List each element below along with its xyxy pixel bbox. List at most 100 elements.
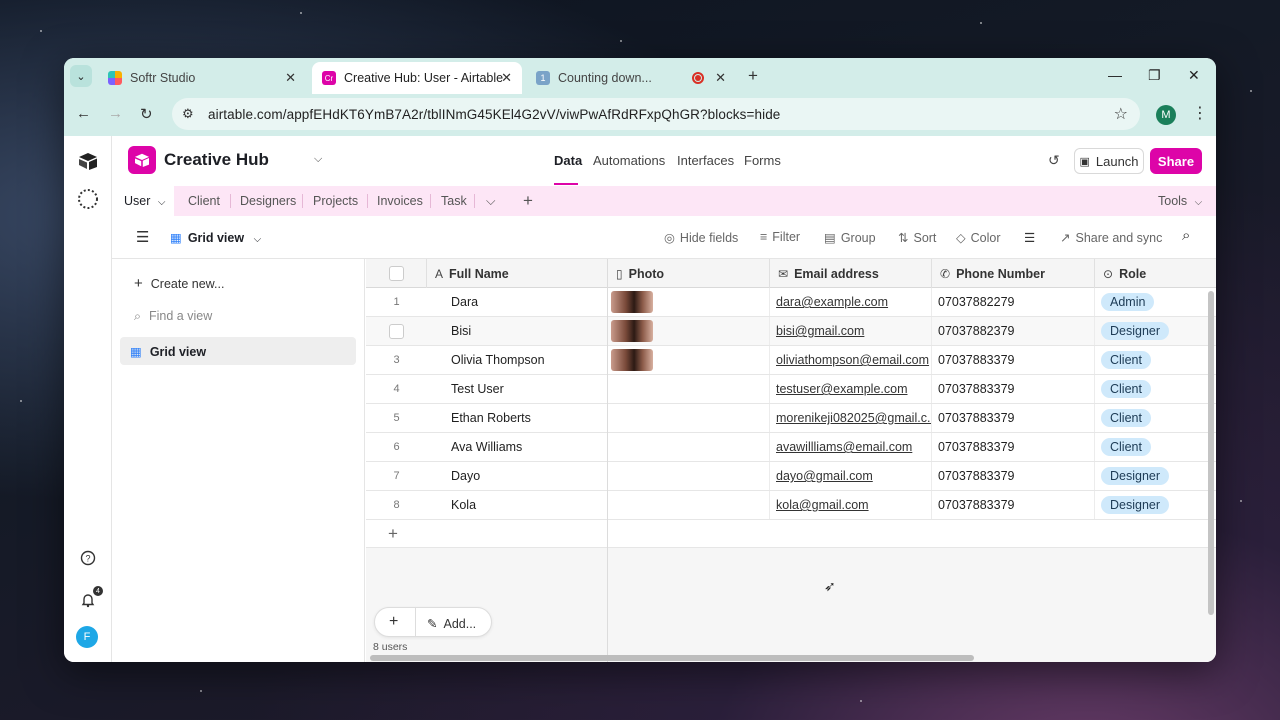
cell-phone[interactable]: 07037883379: [932, 433, 1095, 461]
select-all-checkbox[interactable]: [388, 266, 404, 281]
chevron-down-icon[interactable]: ⌵: [314, 153, 322, 166]
cell-email[interactable]: dara@example.com: [770, 288, 932, 316]
notification-bell-icon[interactable]: [80, 592, 96, 613]
cell-phone[interactable]: 07037883379: [932, 375, 1095, 403]
hide-fields-button[interactable]: ◎ Hide fields: [664, 230, 738, 245]
table-tab-client[interactable]: Client: [188, 194, 220, 208]
column-header-role[interactable]: ⊙ Role: [1095, 259, 1216, 288]
window-close-icon[interactable]: ✕: [1188, 67, 1200, 84]
cell-full-name[interactable]: Dara: [427, 288, 608, 316]
cell-phone[interactable]: 07037883379: [932, 404, 1095, 432]
browser-menu-icon[interactable]: ⋮: [1192, 103, 1208, 123]
share-sync-button[interactable]: ↗ Share and sync: [1060, 230, 1162, 245]
create-new-view-button[interactable]: + Create new...: [134, 275, 224, 292]
add-record-row[interactable]: +: [366, 520, 1216, 548]
cell-phone[interactable]: 07037883379: [932, 491, 1095, 519]
nav-forms[interactable]: Forms: [744, 153, 781, 168]
row-checkbox[interactable]: [389, 323, 404, 339]
column-header-full-name[interactable]: A Full Name: [427, 259, 608, 288]
table-row[interactable]: 1 Dara dara@example.com 07037882279 Admin: [366, 288, 1216, 317]
cell-photo[interactable]: [608, 346, 770, 374]
browser-tab-creative-hub[interactable]: Cr Creative Hub: User - Airtable ✕: [312, 62, 522, 94]
view-switcher[interactable]: ▦ Grid view ⌵: [170, 230, 261, 245]
table-row[interactable]: 4 Test User testuser@example.com 0703788337…: [366, 375, 1216, 404]
chevron-down-icon[interactable]: ⌵: [158, 197, 166, 208]
restore-icon[interactable]: ❐: [1148, 67, 1161, 84]
sort-button[interactable]: ⇅ Sort: [898, 230, 936, 245]
table-row[interactable]: 8 Kola kola@gmail.com 07037883379 Designer: [366, 491, 1216, 520]
email-link[interactable]: testuser@example.com: [776, 382, 908, 396]
history-icon[interactable]: ↺: [1048, 152, 1060, 169]
photo-thumbnail[interactable]: [611, 320, 653, 342]
cell-full-name[interactable]: Ethan Roberts: [427, 404, 608, 432]
cell-phone[interactable]: 07037883379: [932, 462, 1095, 490]
close-icon[interactable]: ✕: [285, 70, 296, 86]
cell-photo[interactable]: [608, 404, 770, 432]
cell-role[interactable]: Client: [1095, 433, 1216, 461]
cell-email[interactable]: testuser@example.com: [770, 375, 932, 403]
column-header-email[interactable]: ✉ Email address: [770, 259, 932, 288]
nav-interfaces[interactable]: Interfaces: [677, 153, 734, 168]
minimize-icon[interactable]: —: [1108, 67, 1122, 83]
table-tab-projects[interactable]: Projects: [313, 194, 358, 208]
cell-email[interactable]: morenikeji082025@gmail.c...: [770, 404, 932, 432]
table-tab-invoices[interactable]: Invoices: [377, 194, 423, 208]
cell-photo[interactable]: [608, 288, 770, 316]
forward-arrow-icon[interactable]: →: [108, 105, 123, 122]
cell-photo[interactable]: [608, 462, 770, 490]
cell-full-name[interactable]: Kola: [427, 491, 608, 519]
cell-photo[interactable]: [608, 317, 770, 345]
email-link[interactable]: bisi@gmail.com: [776, 324, 864, 338]
launch-button[interactable]: ▣ Launch: [1074, 148, 1144, 174]
cell-role[interactable]: Client: [1095, 404, 1216, 432]
base-icon[interactable]: [128, 146, 156, 174]
table-row[interactable]: 5 Ethan Roberts morenikeji082025@gmail.c..…: [366, 404, 1216, 433]
cell-phone[interactable]: 07037883379: [932, 346, 1095, 374]
cell-email[interactable]: oliviathompson@email.com: [770, 346, 932, 374]
omni-ai-icon[interactable]: [77, 188, 99, 215]
tab-search-chevron-icon[interactable]: ⌄: [70, 65, 92, 87]
table-tab-user[interactable]: User ⌵: [124, 194, 165, 208]
url-text[interactable]: airtable.com/appfEHdKT6YmB7A2r/tblINmG45…: [208, 107, 780, 122]
cell-phone[interactable]: 07037882379: [932, 317, 1095, 345]
table-row[interactable]: 7 Dayo dayo@gmail.com 07037883379 Designer: [366, 462, 1216, 491]
row-height-icon[interactable]: ☰: [1024, 230, 1035, 245]
cell-role[interactable]: Client: [1095, 346, 1216, 374]
horizontal-scrollbar[interactable]: [370, 655, 974, 661]
cell-full-name[interactable]: Test User: [427, 375, 608, 403]
add-with-ai-button[interactable]: ✎ Add...: [427, 616, 476, 631]
base-title[interactable]: Creative Hub: [164, 150, 269, 170]
airtable-logo-icon[interactable]: [78, 152, 98, 175]
close-icon[interactable]: ✕: [501, 70, 512, 86]
browser-tab-counting[interactable]: 1 Counting down... ✕: [526, 62, 736, 94]
profile-avatar[interactable]: M: [1156, 105, 1176, 125]
cell-photo[interactable]: [608, 433, 770, 461]
omnibox[interactable]: ⚙ airtable.com/appfEHdKT6YmB7A2r/tblINmG…: [172, 98, 1140, 130]
cell-email[interactable]: bisi@gmail.com: [770, 317, 932, 345]
filter-button[interactable]: ≡ Filter: [760, 230, 800, 244]
table-row[interactable]: 3 Olivia Thompson oliviathompson@email.com…: [366, 346, 1216, 375]
bookmark-star-icon[interactable]: ☆: [1114, 104, 1128, 124]
email-link[interactable]: dayo@gmail.com: [776, 469, 873, 483]
tools-menu[interactable]: Tools ⌵: [1158, 194, 1202, 208]
cell-phone[interactable]: 07037882279: [932, 288, 1095, 316]
cell-role[interactable]: Admin: [1095, 288, 1216, 316]
reload-icon[interactable]: ↻: [140, 105, 153, 123]
email-link[interactable]: dara@example.com: [776, 295, 888, 309]
help-icon[interactable]: ?: [80, 550, 96, 571]
cell-role[interactable]: Designer: [1095, 462, 1216, 490]
nav-data[interactable]: Data: [554, 153, 582, 168]
column-header-phone[interactable]: ✆ Phone Number: [932, 259, 1095, 288]
column-header-photo[interactable]: ▯ Photo: [608, 259, 770, 288]
email-link[interactable]: oliviathompson@email.com: [776, 353, 929, 367]
table-tab-designers[interactable]: Designers: [240, 194, 296, 208]
sidebar-toggle-icon[interactable]: ☰: [136, 228, 149, 246]
cell-email[interactable]: avawillliams@email.com: [770, 433, 932, 461]
cell-full-name[interactable]: Olivia Thompson: [427, 346, 608, 374]
share-button[interactable]: Share: [1150, 148, 1202, 174]
color-button[interactable]: ◇ Color: [956, 230, 1001, 245]
vertical-scrollbar[interactable]: [1208, 291, 1214, 615]
search-icon[interactable]: ⌕: [1182, 227, 1190, 244]
email-link[interactable]: avawillliams@email.com: [776, 440, 912, 454]
cell-role[interactable]: Designer: [1095, 491, 1216, 519]
